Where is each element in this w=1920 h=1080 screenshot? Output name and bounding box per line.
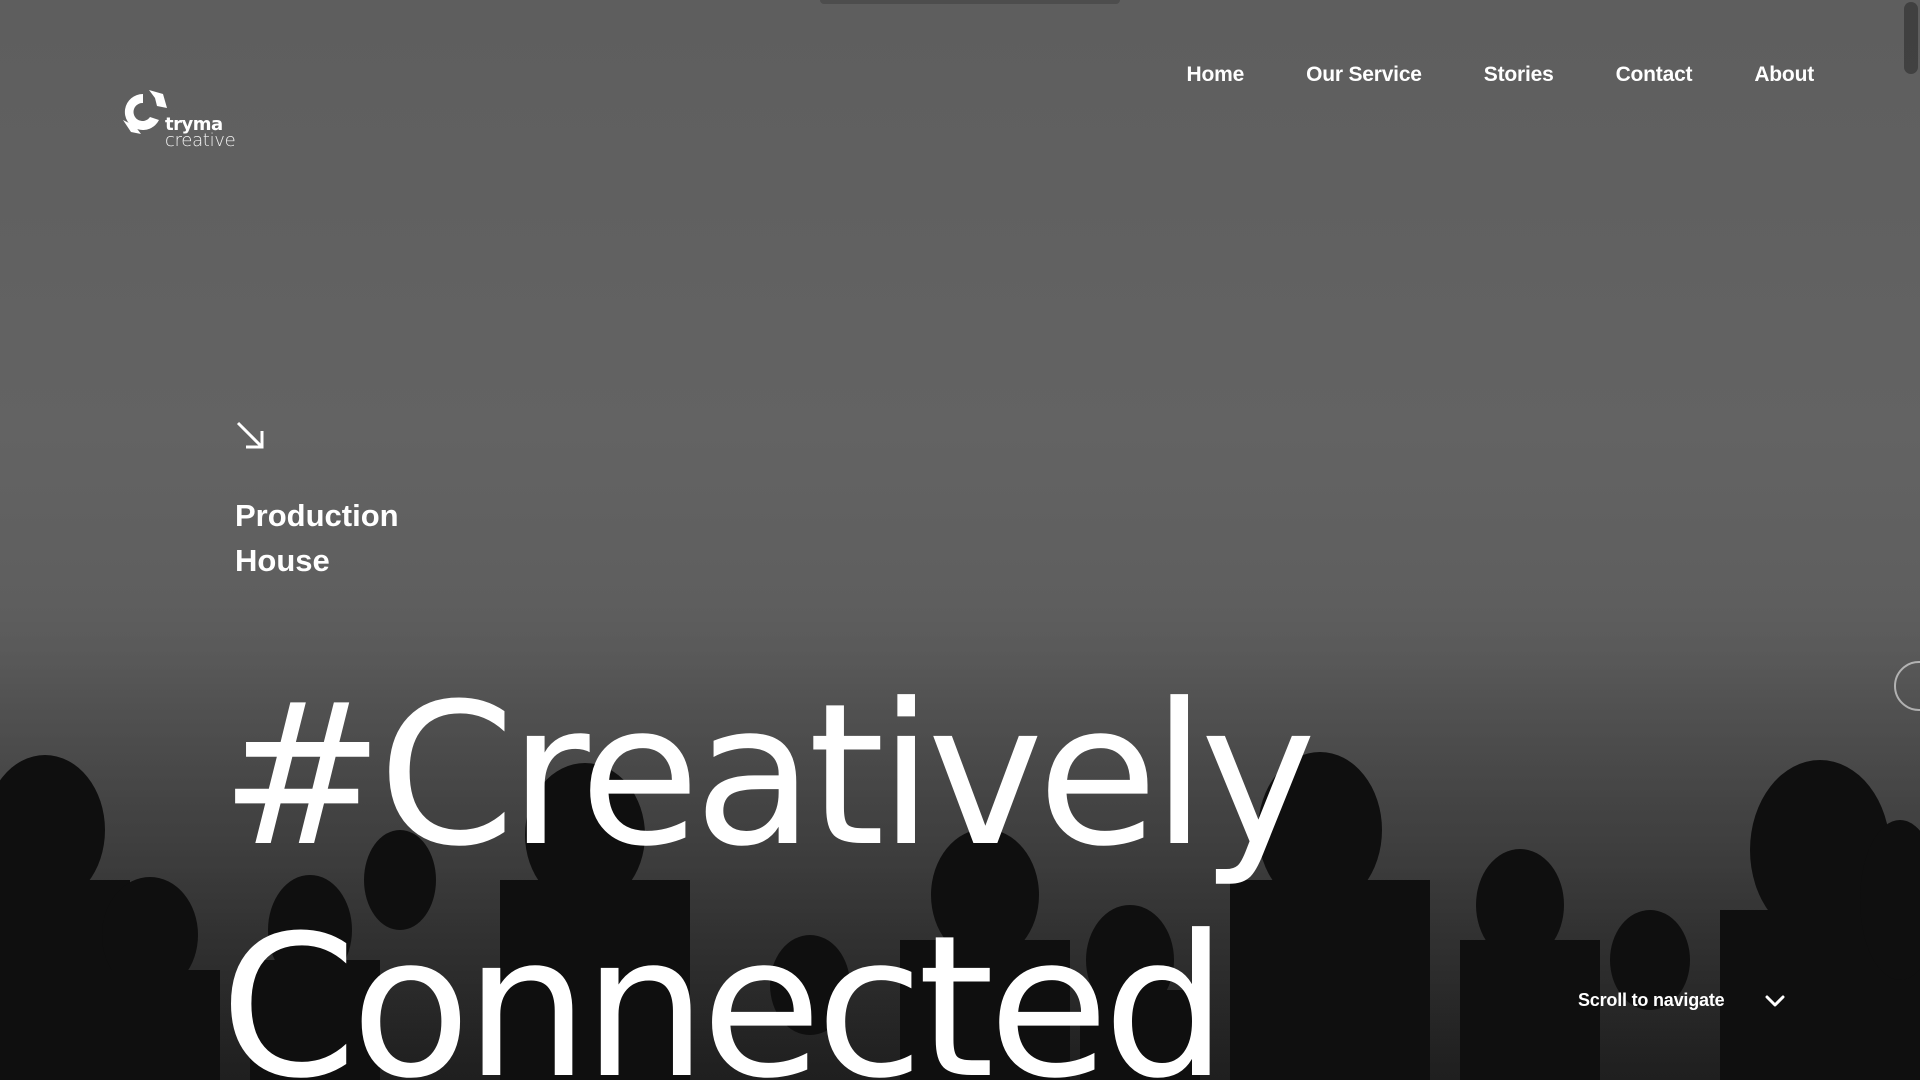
hero-page: tryma creative Home Our Service Stories … [0, 0, 1920, 1080]
nav-item-contact[interactable]: Contact [1616, 60, 1693, 90]
logo-wordmark-secondary: creative [165, 130, 236, 151]
headline-line-1: #Creatively [220, 662, 1316, 890]
top-scroll-shadow [820, 0, 1120, 4]
chevron-down-icon [1765, 995, 1785, 1006]
brand-logo[interactable]: tryma creative [119, 88, 249, 154]
nav-item-home[interactable]: Home [1187, 60, 1245, 90]
nav-item-about[interactable]: About [1754, 60, 1814, 90]
headline-line-2: Connected [220, 894, 1227, 1080]
hero-tagline: Production House [235, 493, 399, 583]
hero-headline: #Creatively Connected [220, 660, 1316, 1080]
tagline-line-1: Production [235, 498, 399, 533]
nav-item-stories[interactable]: Stories [1484, 60, 1554, 90]
page-scrollbar[interactable] [1900, 0, 1920, 1080]
nav-item-our-service[interactable]: Our Service [1306, 60, 1422, 90]
scroll-label: Scroll to navigate [1578, 990, 1725, 1010]
arrow-down-right-icon [236, 421, 264, 449]
tagline-line-2: House [235, 543, 330, 578]
main-nav: Home Our Service Stories Contact About [1125, 60, 1815, 90]
scroll-to-navigate-button[interactable]: Scroll to navigate [1578, 990, 1786, 1011]
scrollbar-thumb[interactable] [1904, 2, 1918, 74]
logo-mark-icon [123, 90, 167, 134]
